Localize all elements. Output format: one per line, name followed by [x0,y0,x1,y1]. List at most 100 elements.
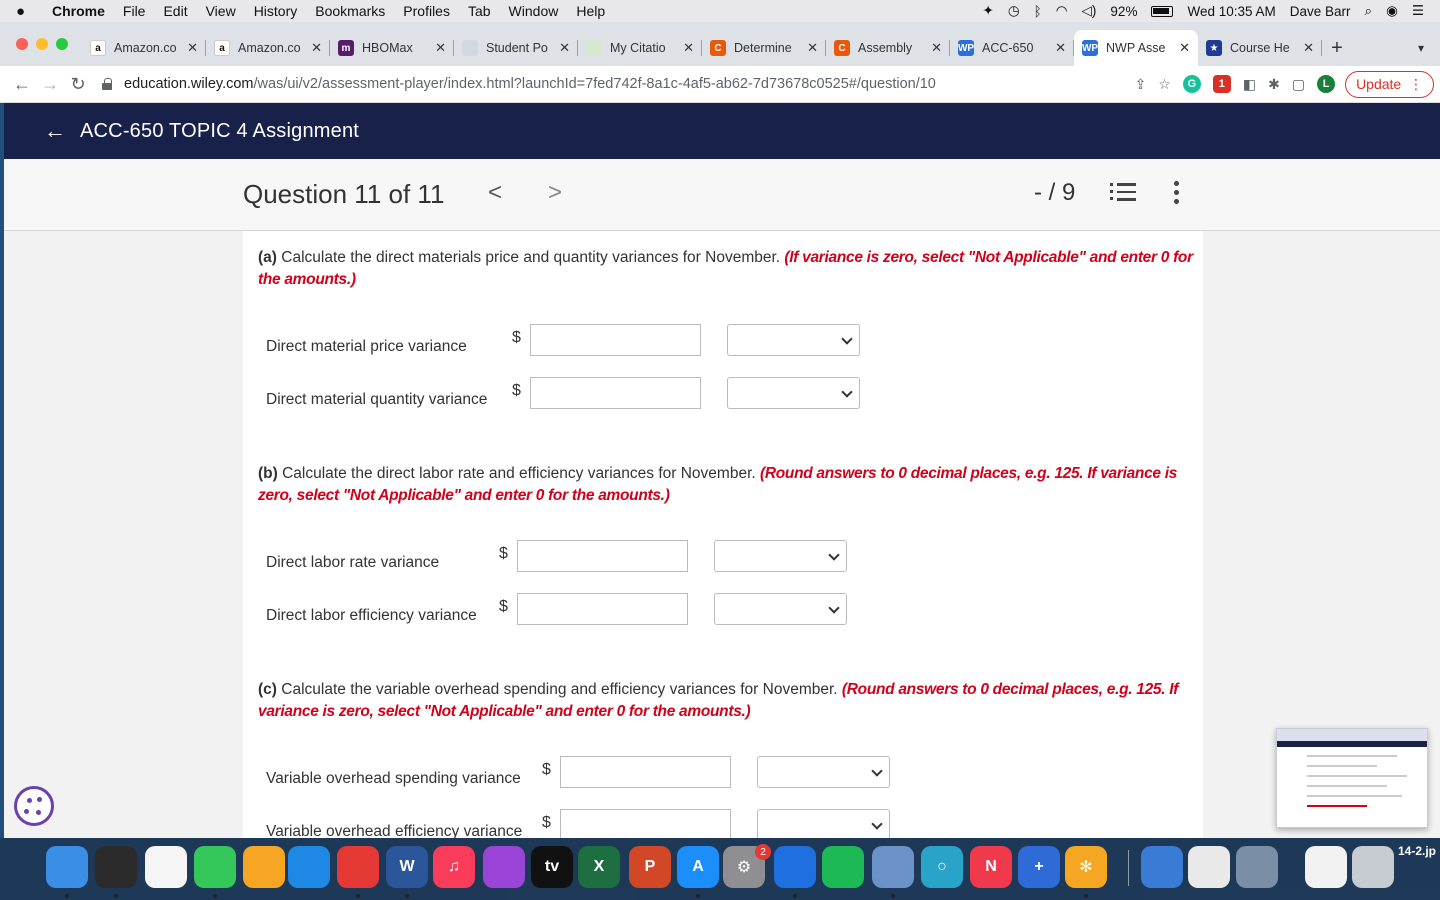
preview-stamp-icon[interactable] [1236,846,1278,888]
facetime-icon[interactable] [194,846,236,888]
network-radar-icon[interactable] [1141,846,1183,888]
menu-history[interactable]: History [254,3,298,19]
user-name[interactable]: Dave Barr [1290,4,1351,19]
wifi-icon[interactable]: ◠ [1056,3,1068,19]
zoom-window-icon[interactable] [56,38,68,50]
direct-material-price-variancetype-select[interactable] [727,324,860,356]
variable-overhead-spending-variancetype-select[interactable] [757,756,890,788]
update-button[interactable]: Update ⋮ [1345,70,1434,98]
siri-icon[interactable]: ◉ [1386,3,1398,19]
close-tab-icon[interactable]: ✕ [1303,40,1314,56]
keynote-icon[interactable]: + [1018,846,1060,888]
activity-monitor-icon[interactable] [95,846,137,888]
close-tab-icon[interactable]: ✕ [559,40,570,56]
control-center-icon[interactable]: ☰ [1412,3,1424,19]
variable-overhead-efficiency-varianceamount-input[interactable] [560,809,731,838]
podcasts-icon[interactable] [483,846,525,888]
browser-tab[interactable]: ★ Course He ✕ [1198,30,1322,66]
grammarly-icon[interactable]: G [1182,75,1201,93]
close-tab-icon[interactable]: ✕ [807,40,818,56]
close-window-icon[interactable] [16,38,28,50]
word-icon[interactable]: W [386,846,428,888]
menu-file[interactable]: File [123,3,146,19]
browser-tab[interactable]: WP ACC-650 ✕ [950,30,1074,66]
back-arrow-icon[interactable]: ← [8,74,36,95]
close-tab-icon[interactable]: ✕ [1055,40,1066,56]
spotlight-search-icon[interactable]: ⌕ [1365,3,1373,19]
next-question-chevron-icon[interactable]: > [548,179,562,207]
battery-icon[interactable] [1151,5,1174,17]
time-machine-icon[interactable]: ◷ [1008,3,1020,19]
new-tab-button[interactable]: + [1322,30,1352,66]
photos-icon[interactable] [243,846,285,888]
browser-tab[interactable]: My Citatio ✕ [578,30,702,66]
browser-tab[interactable]: C Assembly ✕ [826,30,950,66]
close-tab-icon[interactable]: ✕ [683,40,694,56]
menu-help[interactable]: Help [576,3,605,19]
chrome-icon[interactable] [337,846,379,888]
reminders-icon[interactable] [145,846,187,888]
app-store-icon[interactable]: A [677,846,719,888]
powerpoint-icon[interactable]: P [629,846,671,888]
share-icon[interactable]: ⇪ [1135,76,1147,93]
previous-question-chevron-icon[interactable]: < [488,179,502,207]
browser-tab[interactable]: a Amazon.co ✕ [206,30,330,66]
extension-icon[interactable]: ◧ [1243,76,1256,93]
menu-app-name[interactable]: Chrome [52,3,105,19]
url-omnibox[interactable]: education.wiley.com/was/ui/v2/assessment… [102,76,1135,92]
finder-icon[interactable] [46,846,88,888]
variable-overhead-spending-varianceamount-input[interactable] [560,756,731,788]
back-to-assignment-icon[interactable]: ← [44,118,66,144]
close-tab-icon[interactable]: ✕ [435,40,446,56]
bookmark-star-icon[interactable]: ☆ [1158,76,1171,93]
browser-tab[interactable]: m HBOMax ✕ [330,30,454,66]
direct-labor-efficiency-variancetype-select[interactable] [714,593,847,625]
puzzle-extensions-icon[interactable]: ✱ [1268,76,1280,93]
close-tab-icon[interactable]: ✕ [311,40,322,56]
close-tab-icon[interactable]: ✕ [187,40,198,56]
menu-edit[interactable]: Edit [163,3,187,19]
safari-icon[interactable] [288,846,330,888]
sunflower-icon[interactable]: ✻ [1065,846,1107,888]
preview-icon[interactable] [872,846,914,888]
direct-labor-rate-variancetype-select[interactable] [714,540,847,572]
battery-percent[interactable]: 92% [1110,4,1137,19]
bluetooth-icon[interactable] [774,846,816,888]
apple-menu-icon[interactable]: ● [16,3,34,20]
apple-tv-icon[interactable]: tv [531,846,573,888]
volume-icon[interactable]: ◁) [1082,3,1097,19]
tab-search-chevron-icon[interactable]: ▾ [1418,30,1424,66]
menu-bookmarks[interactable]: Bookmarks [315,3,385,19]
menu-profiles[interactable]: Profiles [403,3,450,19]
trash-icon[interactable] [1352,846,1394,888]
clock[interactable]: Wed 10:35 AM [1187,4,1275,19]
bluetooth-status-icon[interactable]: ᛒ [1034,4,1042,19]
profile-avatar[interactable]: L [1317,75,1336,93]
cookie-settings-icon[interactable] [14,786,54,826]
menu-view[interactable]: View [206,3,236,19]
ublock-icon[interactable]: 1 [1212,75,1231,93]
direct-material-price-varianceamount-input[interactable] [530,324,701,356]
more-options-icon[interactable] [1174,181,1180,208]
direct-material-quantity-varianceamount-input[interactable] [530,377,701,409]
direct-labor-efficiency-varianceamount-input[interactable] [517,593,688,625]
browser-tab[interactable]: Student Po ✕ [454,30,578,66]
textedit-icon[interactable] [1188,846,1230,888]
browser-tab[interactable]: WP NWP Asse ✕ [1074,30,1198,66]
side-panel-icon[interactable]: ▢ [1292,76,1305,93]
question-list-icon[interactable] [1110,183,1136,205]
lock-icon[interactable] [102,78,112,90]
screenshot-icon[interactable]: ○ [921,846,963,888]
minimize-window-icon[interactable] [36,38,48,50]
document-thumbnail-icon[interactable] [1305,846,1347,888]
direct-material-quantity-variancetype-select[interactable] [727,377,860,409]
variable-overhead-efficiency-variancetype-select[interactable] [757,809,890,838]
browser-tab[interactable]: C Determine ✕ [702,30,826,66]
menu-tab[interactable]: Tab [468,3,491,19]
excel-icon[interactable]: X [578,846,620,888]
forward-arrow-icon[interactable]: → [36,74,64,95]
music-icon[interactable]: ♫ [433,846,475,888]
desktop-file-label[interactable]: 14-2.jp [1398,844,1436,858]
reload-icon[interactable]: ↻ [64,74,92,95]
close-tab-icon[interactable]: ✕ [931,40,942,56]
